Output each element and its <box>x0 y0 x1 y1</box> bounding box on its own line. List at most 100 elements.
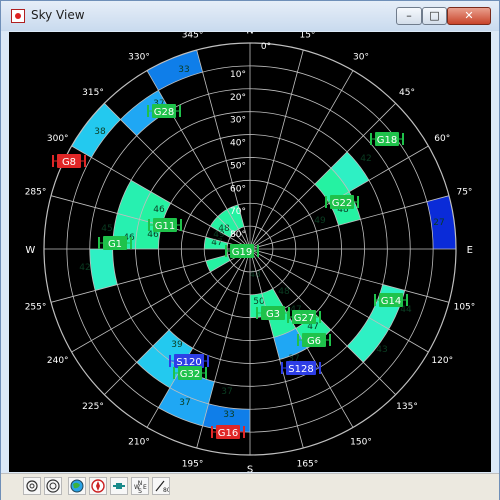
azimuth-label: 345° <box>182 32 204 41</box>
signal-value: 33 <box>178 65 189 75</box>
satellite-g16[interactable]: G16 <box>211 425 245 439</box>
globe-icon <box>70 479 84 493</box>
signal-value: 42 <box>79 263 90 273</box>
satellite-label: G8 <box>62 157 76 168</box>
cardinal-west: W <box>25 245 35 256</box>
sky-plot-canvas: 3733384249484546424646484947485048474744… <box>25 32 476 472</box>
satellite-label: G3 <box>266 309 280 320</box>
signal-value: 33 <box>223 410 234 420</box>
elevation-label: 10° <box>230 70 246 80</box>
signal-value: 45 <box>101 224 112 234</box>
azimuth-label: 195° <box>182 459 204 469</box>
azimuth-label: 330° <box>128 53 150 63</box>
window-title: Sky View <box>31 8 85 22</box>
zoom-in-icon <box>46 479 60 493</box>
satellite-s128[interactable]: S128 <box>281 361 321 375</box>
satellite-g8[interactable]: G8 <box>52 154 86 168</box>
zoom-out-button[interactable] <box>23 477 41 495</box>
signal-value: 27 <box>433 218 444 228</box>
satellite-s120[interactable]: S120 <box>169 354 209 368</box>
elevation-label: 50° <box>230 161 246 171</box>
satellite-g32[interactable]: G32 <box>173 366 207 380</box>
satellite-g19[interactable]: G19 <box>225 244 259 258</box>
elevation-label: 80° <box>230 230 246 240</box>
app-icon <box>11 9 25 23</box>
svg-text:E: E <box>143 484 147 491</box>
satellite-label: G28 <box>154 107 174 118</box>
satellite-label: G6 <box>307 336 321 347</box>
azimuth-label: 165° <box>297 459 319 469</box>
elevation-label: 30° <box>230 116 246 126</box>
azimuth-line <box>249 49 304 250</box>
maximize-button[interactable]: □ <box>422 7 447 25</box>
nsew-button[interactable]: NSWE <box>131 477 149 495</box>
azimuth-line <box>50 248 251 303</box>
azimuth-label: 105° <box>454 302 476 312</box>
satellite-label: G1 <box>108 239 122 250</box>
satellite-label: S128 <box>288 364 313 375</box>
cardinal-north: N <box>246 32 253 36</box>
signal-value: 43 <box>376 345 387 355</box>
azimuth-label: 45° <box>399 88 415 98</box>
signal-value: 38 <box>94 127 106 137</box>
signal-value: 37 <box>221 387 232 397</box>
minimize-button[interactable]: – <box>396 7 422 25</box>
satellite-label: G14 <box>381 296 401 307</box>
azimuth-label: 120° <box>431 356 453 366</box>
compass-icon <box>91 479 105 493</box>
azimuth-label: 60° <box>434 134 450 144</box>
satellite-g18[interactable]: G18 <box>370 132 404 146</box>
svg-text:W: W <box>134 484 140 491</box>
azimuth-label: 15° <box>299 32 315 41</box>
azimuth-label: 30° <box>353 53 369 63</box>
track-button[interactable] <box>110 477 128 495</box>
zoom-in-button[interactable] <box>44 477 62 495</box>
settings-icon: 80 <box>155 480 169 494</box>
title-bar[interactable]: Sky View – □ ✕ <box>1 1 499 31</box>
close-button[interactable]: ✕ <box>447 7 491 25</box>
satellite-g11[interactable]: G11 <box>148 218 182 232</box>
elevation-label: 70° <box>230 207 246 217</box>
signal-value: 42 <box>360 154 371 164</box>
azimuth-label: 285° <box>25 188 47 198</box>
svg-text:80: 80 <box>163 487 169 494</box>
zoom-out-icon <box>26 480 38 492</box>
cardinal-east: E <box>467 245 473 256</box>
azimuth-label: 150° <box>350 437 372 447</box>
globe-button[interactable] <box>68 477 86 495</box>
azimuth-label: 255° <box>25 302 47 312</box>
satellite-label: G32 <box>180 369 200 380</box>
cardinal-south: S <box>247 465 253 472</box>
compass-button[interactable] <box>89 477 107 495</box>
satellite-label: G16 <box>218 428 238 439</box>
elevation-label: 60° <box>230 184 246 194</box>
elevation-label: 40° <box>230 139 246 149</box>
azimuth-label: 240° <box>47 356 69 366</box>
satellite-g6[interactable]: G6 <box>297 333 331 347</box>
azimuth-label: 135° <box>396 402 418 412</box>
satellite-g22[interactable]: G22 <box>325 195 359 209</box>
satellite-g1[interactable]: G1 <box>98 236 132 250</box>
azimuth-label: 300° <box>47 134 69 144</box>
azimuth-label: 225° <box>82 402 104 412</box>
satellite-g28[interactable]: G28 <box>147 104 181 118</box>
signal-value: 37 <box>179 398 190 408</box>
azimuth-label: 0° <box>261 42 271 52</box>
azimuth-label: 210° <box>128 437 150 447</box>
satellite-label: G27 <box>294 313 314 324</box>
signal-value: 39 <box>171 340 183 350</box>
satellite-g27[interactable]: G27 <box>287 310 321 324</box>
azimuth-label: 315° <box>82 88 104 98</box>
azimuth-line <box>249 103 396 250</box>
sky-plot[interactable]: 3733384249484546424646484947485048474744… <box>9 32 491 472</box>
bottom-toolbar: NSWE 80 <box>1 473 499 500</box>
satellite-g3[interactable]: G3 <box>256 306 290 320</box>
satellite-label: G22 <box>332 198 352 209</box>
sky-view-window: Sky View – □ ✕ 3733384249484546424646484… <box>0 0 500 500</box>
satellite-track-icon <box>113 483 125 489</box>
azimuth-label: 75° <box>456 188 472 198</box>
settings-button[interactable]: 80 <box>152 477 170 495</box>
satellite-label: G11 <box>155 221 175 232</box>
nsew-icon: NSW E <box>134 480 147 494</box>
satellite-g14[interactable]: G14 <box>374 293 408 307</box>
